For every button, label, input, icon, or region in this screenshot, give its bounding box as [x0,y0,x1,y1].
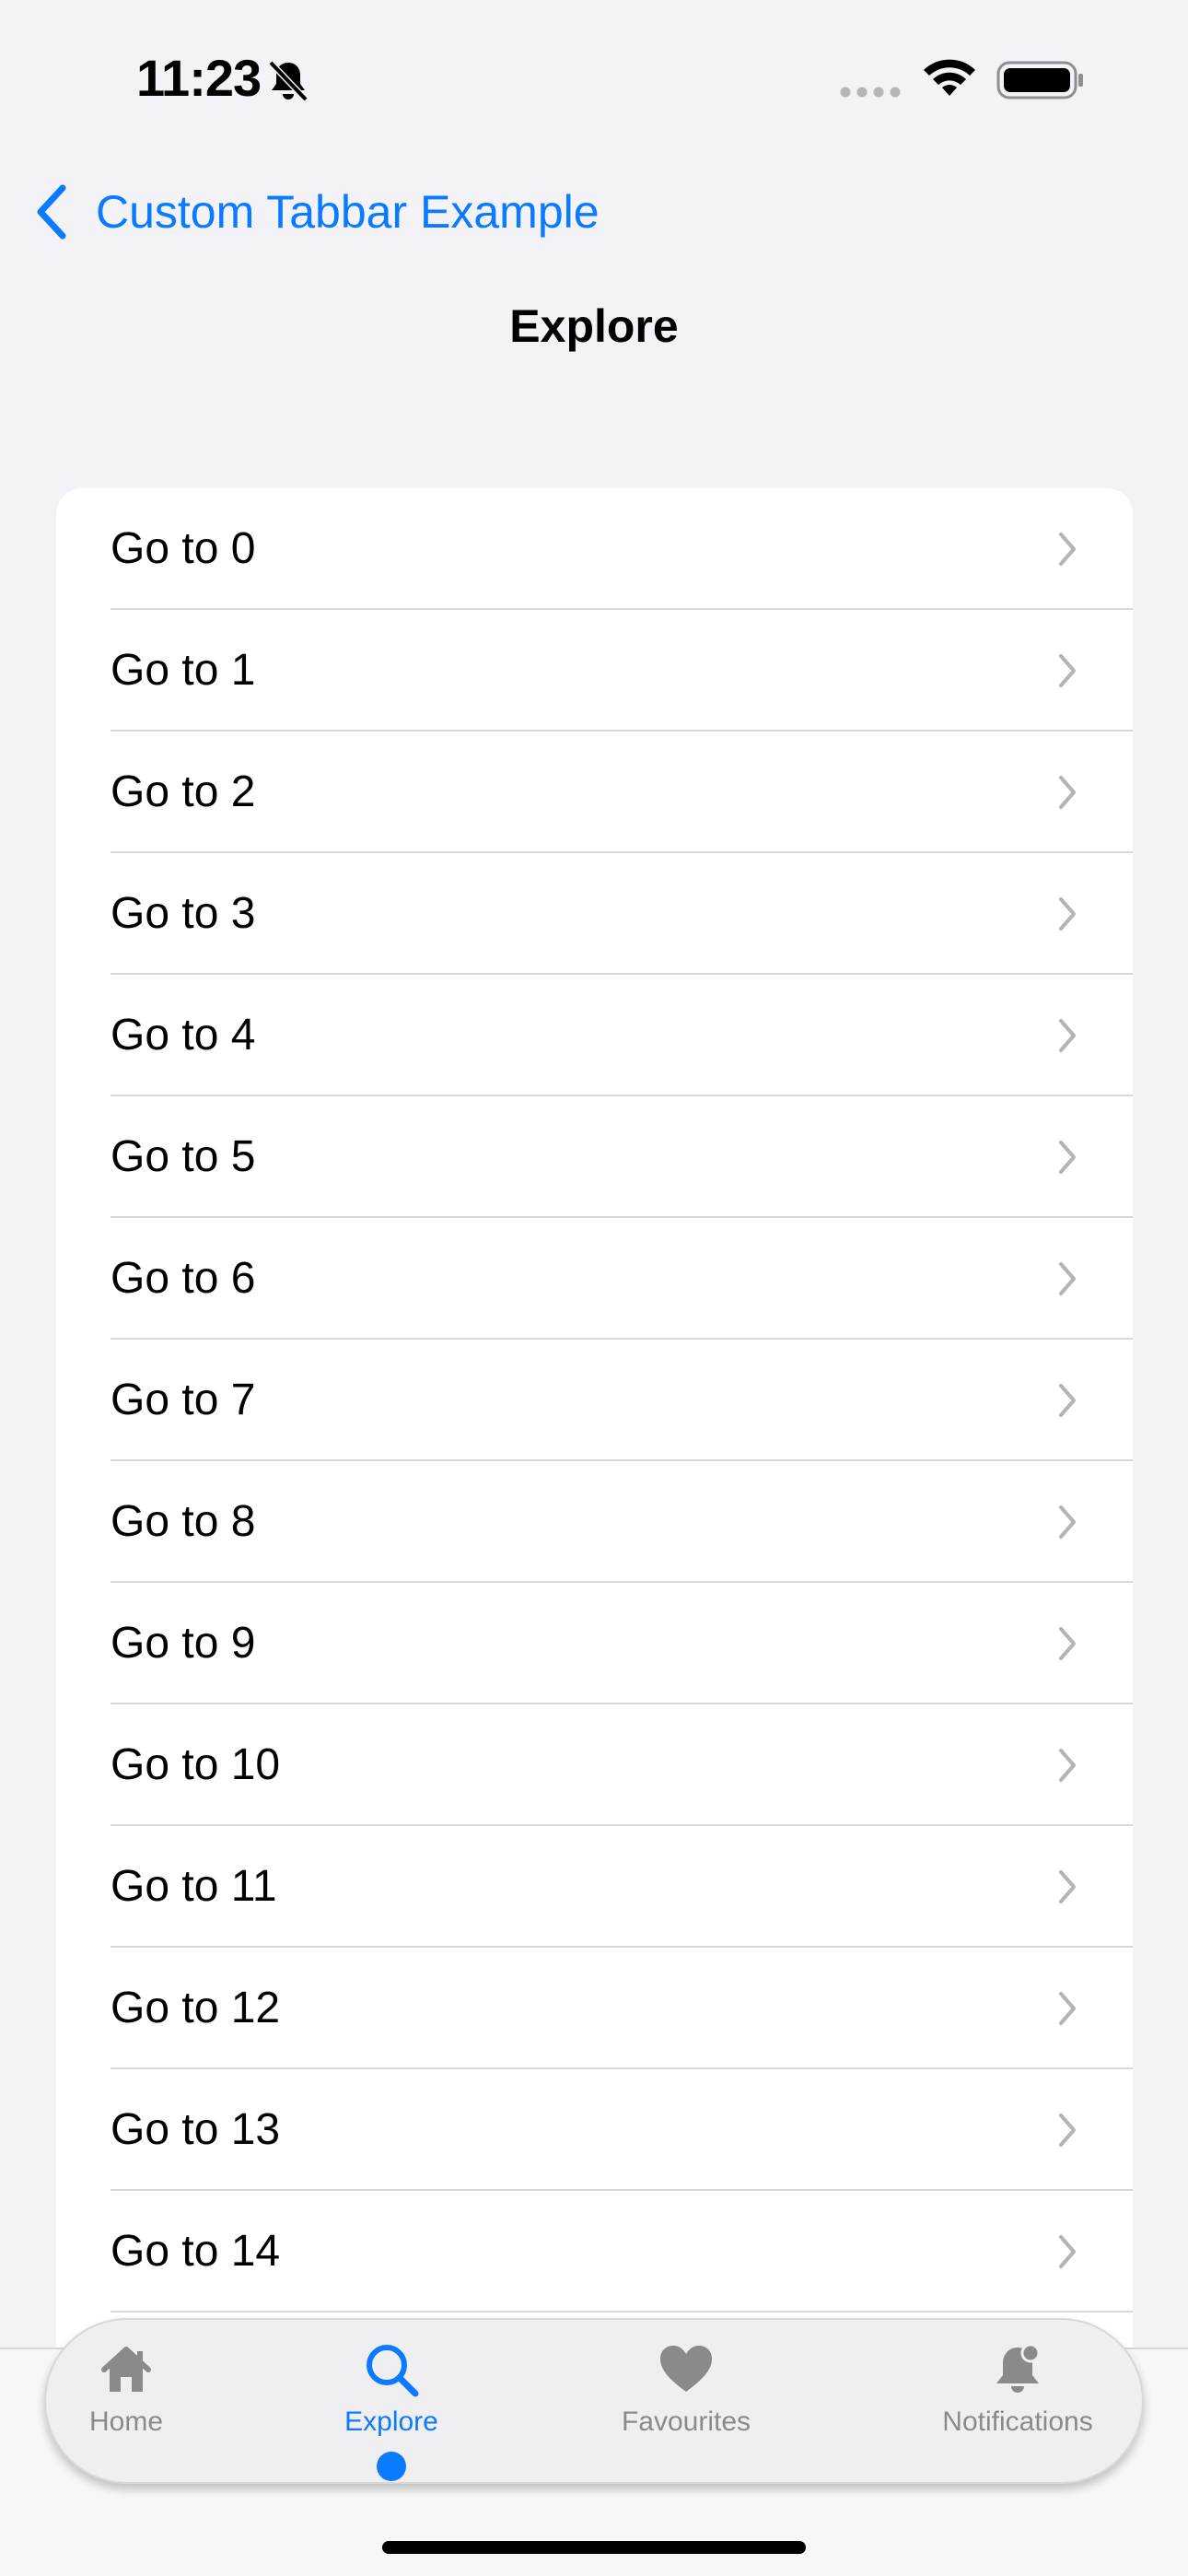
list-item[interactable]: Go to 0 [56,488,1133,610]
list-item[interactable]: Go to 6 [56,1218,1133,1340]
list-item-label: Go to 6 [111,1254,256,1303]
list-item-label: Go to 11 [111,1862,277,1911]
list-item[interactable]: Go to 12 [56,1948,1133,2069]
list-item-label: Go to 9 [111,1619,256,1668]
tab-notifications[interactable]: Notifications [921,2340,1114,2460]
chevron-right-icon [1059,1627,1076,1660]
battery-icon [996,61,1083,100]
list-item[interactable]: Go to 3 [56,853,1133,975]
list-item[interactable]: Go to 1 [56,610,1133,732]
chevron-right-icon [1059,1019,1076,1052]
back-button-label: Custom Tabbar Example [96,186,600,238]
status-bar: 11:23 [0,0,1188,157]
tab-home[interactable]: Home [71,2340,181,2460]
list-item-label: Go to 8 [111,1497,256,1546]
home-indicator [382,2541,806,2554]
screen: 11:23 Custom Tabbar Example Explore Go t… [0,0,1188,2576]
list-item-label: Go to 2 [111,767,256,816]
bell-badge-icon [996,2343,1041,2393]
list-item-label: Go to 4 [111,1011,256,1060]
active-tab-indicator [377,2452,406,2481]
list-item-label: Go to 1 [111,646,256,695]
chevron-right-icon [1059,897,1076,931]
list-item-label: Go to 7 [111,1376,256,1424]
tab-favourites-label: Favourites [621,2406,751,2437]
tab-home-label: Home [88,2406,164,2437]
list-item[interactable]: Go to 10 [56,1704,1133,1826]
chevron-right-icon [1059,1141,1076,1174]
chevron-right-icon [1059,2113,1076,2147]
list-item[interactable]: Go to 8 [56,1461,1133,1583]
chevron-right-icon [1059,2235,1076,2268]
chevron-right-icon [1059,776,1076,809]
explore-list: Go to 0 Go to 1 Go to 2 Go to 3 Go to 4 Go to… [56,488,1133,2423]
list-item[interactable]: Go to 4 [56,975,1133,1096]
status-time: 11:23 [136,49,262,107]
list-item[interactable]: Go to 9 [56,1583,1133,1704]
list-item-label: Go to 10 [111,1740,281,1789]
tab-explore-label: Explore [344,2406,438,2437]
list-item[interactable]: Go to 5 [56,1096,1133,1218]
list-item[interactable]: Go to 2 [56,732,1133,853]
list-item[interactable]: Go to 13 [56,2069,1133,2191]
wifi-icon [924,59,975,96]
tab-favourites[interactable]: Favourites [589,2340,783,2460]
list-item[interactable]: Go to 7 [56,1340,1133,1461]
chevron-right-icon [1059,1992,1076,2025]
tab-notifications-label: Notifications [942,2406,1093,2437]
list-item-label: Go to 5 [111,1132,256,1181]
chevron-left-icon [37,184,66,240]
list-item-label: Go to 13 [111,2105,281,2154]
list-item[interactable]: Go to 11 [56,1826,1133,1948]
chevron-right-icon [1059,533,1076,566]
row-separator [111,2311,1133,2313]
bell-slash-icon [268,60,309,102]
heart-icon [660,2346,712,2392]
chevron-right-icon [1059,1505,1076,1539]
list-item-label: Go to 12 [111,1984,281,2032]
back-button[interactable]: Custom Tabbar Example [33,175,600,249]
chevron-right-icon [1059,1262,1076,1295]
list-item-label: Go to 0 [111,524,256,573]
list-item[interactable]: Go to 14 [56,2191,1133,2313]
chevron-right-icon [1059,1749,1076,1782]
list-item-label: Go to 3 [111,889,256,938]
chevron-right-icon [1059,654,1076,687]
page-title: Explore [509,300,679,352]
tab-explore[interactable]: Explore [318,2340,465,2460]
magnifier-icon [367,2345,419,2397]
chevron-right-icon [1059,1870,1076,1903]
house-icon [101,2347,151,2392]
chevron-right-icon [1059,1384,1076,1417]
list-item-label: Go to 14 [111,2227,281,2276]
cell-signal-icon [840,87,901,98]
